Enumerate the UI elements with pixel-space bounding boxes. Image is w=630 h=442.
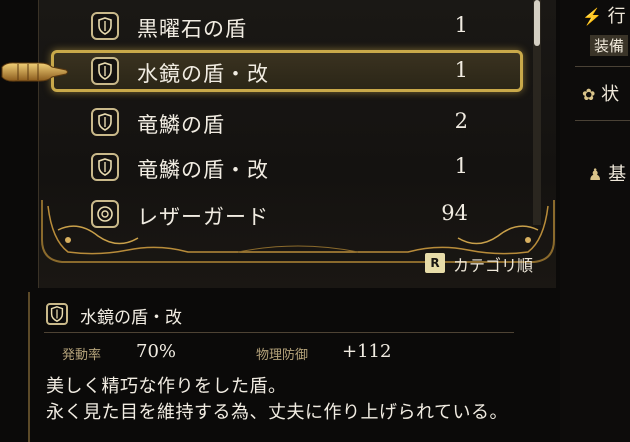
gauntlet-pointer-icon: [1, 62, 68, 82]
item-quantity: 1: [454, 13, 468, 37]
shield-icon: [46, 303, 68, 325]
item-quantity: 1: [454, 58, 468, 82]
item-quantity: 2: [454, 109, 468, 133]
shield-icon: [91, 108, 119, 136]
list-item-selected[interactable]: 水鏡の盾・改 1: [51, 50, 523, 92]
side-menu-item-equip[interactable]: 装備: [590, 35, 629, 56]
description-line: 永く見た目を維持する為、丈夫に作り上げられている。: [46, 402, 508, 423]
item-name: 竜鱗の盾: [137, 113, 225, 137]
stat-label: 発動率: [62, 348, 102, 363]
person-icon: ♟: [588, 165, 603, 184]
divider: [575, 120, 630, 121]
list-item[interactable]: 黒曜石の盾 1: [51, 5, 523, 47]
r-key-icon: R: [425, 253, 445, 273]
sort-label: カテゴリ順: [453, 256, 534, 275]
stat-label: 物理防御: [256, 348, 309, 363]
divider: [44, 332, 514, 333]
shield-icon: [91, 153, 119, 181]
status-icon: ✿: [582, 85, 596, 104]
list-item[interactable]: 竜鱗の盾 2: [51, 101, 523, 143]
ornate-frame: [41, 200, 555, 263]
detail-title: 水鏡の盾・改: [80, 308, 182, 328]
side-menu-item-basic[interactable]: ♟ 基: [588, 160, 626, 186]
description-line: 美しく精巧な作りをした盾。: [46, 376, 287, 397]
shield-icon: [91, 12, 119, 40]
item-name: 黒曜石の盾: [137, 17, 247, 41]
running-icon: ⚡: [582, 7, 602, 26]
side-menu-item-status[interactable]: ✿ 状: [582, 80, 619, 106]
item-name: 竜鱗の盾・改: [137, 158, 269, 182]
list-item[interactable]: 竜鱗の盾・改 1: [51, 146, 523, 188]
item-quantity: 1: [454, 154, 468, 178]
scrollbar[interactable]: [533, 0, 541, 225]
item-name: 水鏡の盾・改: [137, 62, 269, 86]
side-menu-item-action[interactable]: ⚡ 行: [582, 2, 626, 28]
stat-value: +112: [342, 341, 392, 362]
stat-value: 70%: [136, 341, 177, 362]
divider: [575, 66, 630, 67]
shield-icon: [91, 57, 119, 85]
scrollbar-thumb[interactable]: [534, 0, 540, 46]
